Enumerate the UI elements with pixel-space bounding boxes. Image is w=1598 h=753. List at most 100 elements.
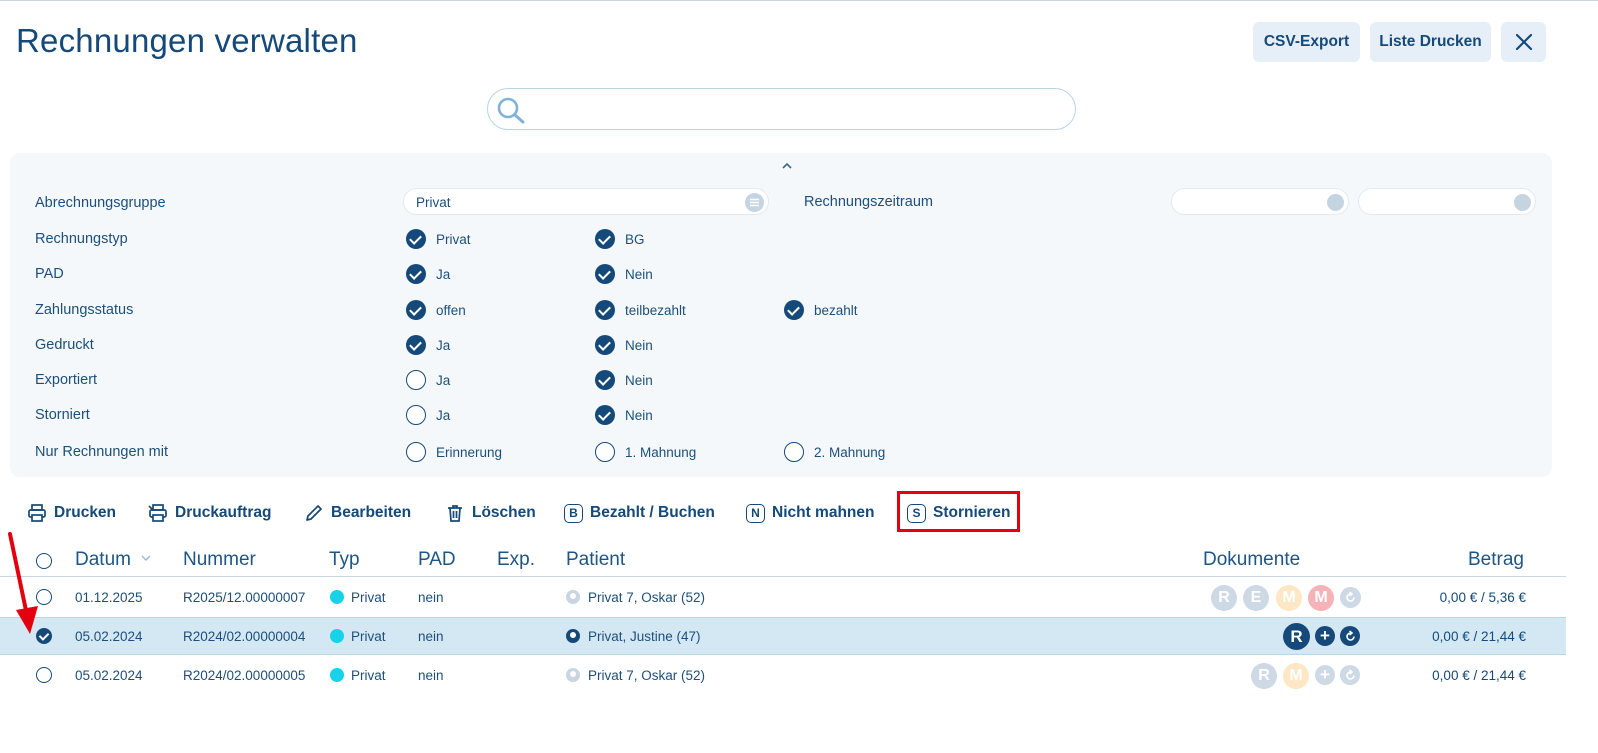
cell-typ-label: Privat	[351, 629, 386, 644]
exportiert-nein-checkbox[interactable]: Nein	[595, 370, 653, 390]
bearbeiten-label: Bearbeiten	[331, 504, 412, 521]
bezahlt-buchen-label: Bezahlt / Buchen	[590, 504, 715, 521]
cell-patient[interactable]: Privat 7, Oskar (52)	[566, 590, 705, 605]
abrechnungsgruppe-select[interactable]: Privat	[403, 188, 769, 215]
refresh-icon[interactable]	[1340, 665, 1360, 685]
filter-label-abrechnungsgruppe: Abrechnungsgruppe	[35, 195, 166, 211]
checkbox-label: Privat	[436, 231, 471, 247]
druckauftrag-label: Druckauftrag	[175, 504, 272, 521]
nur-mit-1-mahnung-checkbox[interactable]: 1. Mahnung	[595, 442, 696, 462]
filter-label-gedruckt: Gedruckt	[35, 337, 94, 353]
cell-betrag: 0,00 € / 5,36 €	[1439, 590, 1526, 605]
printer-icon	[27, 503, 47, 523]
nur-mit-erinnerung-checkbox[interactable]: Erinnerung	[406, 442, 502, 462]
filter-label-nur-rechnungen-mit: Nur Rechnungen mit	[35, 444, 168, 460]
checkbox-label: teilbezahlt	[625, 302, 686, 318]
column-dokumente: Dokumente	[1203, 549, 1301, 570]
doc-r-icon[interactable]: R	[1251, 663, 1277, 689]
date-from-field[interactable]	[1171, 188, 1349, 215]
cell-datum: 05.02.2024	[75, 668, 143, 683]
print-job-icon	[148, 503, 168, 523]
drucken-label: Drucken	[54, 504, 117, 521]
filter-label-exportiert: Exportiert	[35, 372, 98, 388]
cell-typ-label: Privat	[351, 668, 386, 683]
gedruckt-ja-checkbox[interactable]: Ja	[406, 335, 450, 355]
cell-nummer: R2024/02.00000004	[183, 629, 306, 644]
trash-icon	[445, 503, 465, 523]
cell-betrag: 0,00 € / 21,44 €	[1432, 629, 1526, 644]
row-checkbox[interactable]	[36, 667, 52, 683]
cell-patient[interactable]: Privat, Justine (47)	[566, 629, 701, 644]
search-input[interactable]	[532, 95, 1062, 123]
typ-dot-icon	[330, 668, 344, 682]
doc-r-icon[interactable]: R	[1283, 623, 1310, 650]
column-exp[interactable]: Exp.	[497, 549, 535, 571]
add-document-icon[interactable]: +	[1315, 626, 1335, 646]
exportiert-ja-checkbox[interactable]: Ja	[406, 370, 450, 390]
close-button[interactable]	[1501, 22, 1546, 62]
zahlungsstatus-offen-checkbox[interactable]: offen	[406, 300, 466, 320]
print-list-button[interactable]: Liste Drucken	[1370, 22, 1491, 62]
filter-label-rechnungszeitraum: Rechnungszeitraum	[804, 194, 933, 210]
table-row[interactable]: 05.02.2024 R2024/02.00000005 Privat nein…	[0, 656, 1566, 694]
checkbox-unchecked-icon	[595, 442, 615, 462]
rechnungstyp-privat-checkbox[interactable]: Privat	[406, 229, 471, 249]
loeschen-label: Löschen	[472, 504, 536, 521]
filter-label-storniert: Storniert	[35, 407, 90, 423]
table-row[interactable]: 05.02.2024 R2024/02.00000004 Privat nein…	[0, 617, 1566, 655]
column-nummer[interactable]: Nummer	[183, 549, 256, 571]
loeschen-button[interactable]: Löschen	[445, 500, 536, 526]
storniert-ja-checkbox[interactable]: Ja	[406, 405, 450, 425]
pad-nein-checkbox[interactable]: Nein	[595, 264, 653, 284]
collapse-filter-toggle[interactable]	[781, 157, 793, 172]
close-icon	[1515, 33, 1532, 51]
csv-export-button[interactable]: CSV-Export	[1253, 22, 1360, 62]
filter-label-pad: PAD	[35, 266, 64, 282]
bearbeiten-button[interactable]: Bearbeiten	[304, 500, 411, 526]
cell-patient-label: Privat 7, Oskar (52)	[588, 590, 706, 605]
checkbox-checked-icon	[595, 370, 615, 390]
doc-e-icon[interactable]: E	[1243, 585, 1269, 611]
checkbox-checked-icon	[406, 335, 426, 355]
abrechnungsgruppe-value: Privat	[416, 195, 451, 210]
zahlungsstatus-teilbezahlt-checkbox[interactable]: teilbezahlt	[595, 300, 686, 320]
column-pad[interactable]: PAD	[418, 549, 456, 571]
doc-m2-icon[interactable]: M	[1308, 585, 1334, 611]
doc-m-icon[interactable]: M	[1276, 585, 1302, 611]
drucken-button[interactable]: Drucken	[27, 500, 116, 526]
gedruckt-nein-checkbox[interactable]: Nein	[595, 335, 653, 355]
add-document-icon[interactable]: +	[1315, 665, 1335, 685]
cell-patient[interactable]: Privat 7, Oskar (52)	[566, 668, 705, 683]
druckauftrag-button[interactable]: Druckauftrag	[148, 500, 271, 526]
cell-typ: Privat	[330, 590, 386, 605]
nicht-mahnen-label: Nicht mahnen	[772, 504, 875, 521]
checkbox-unchecked-icon	[406, 442, 426, 462]
column-datum[interactable]: Datum	[75, 549, 152, 571]
pad-ja-checkbox[interactable]: Ja	[406, 264, 450, 284]
checkbox-label: bezahlt	[814, 302, 858, 318]
column-betrag[interactable]: Betrag	[1468, 549, 1524, 571]
bezahlt-buchen-button[interactable]: B Bezahlt / Buchen	[564, 500, 715, 526]
storniert-nein-checkbox[interactable]: Nein	[595, 405, 653, 425]
doc-m-icon[interactable]: M	[1283, 663, 1309, 689]
refresh-icon[interactable]	[1340, 587, 1361, 608]
list-icon	[745, 193, 764, 212]
table-row[interactable]: 01.12.2025 R2025/12.00000007 Privat nein…	[0, 578, 1566, 616]
cell-typ: Privat	[330, 668, 386, 683]
nur-mit-2-mahnung-checkbox[interactable]: 2. Mahnung	[784, 442, 885, 462]
checkbox-checked-icon	[406, 264, 426, 284]
checkbox-unchecked-icon	[406, 405, 426, 425]
column-patient[interactable]: Patient	[566, 549, 625, 571]
doc-r-icon[interactable]: R	[1211, 585, 1237, 611]
zahlungsstatus-bezahlt-checkbox[interactable]: bezahlt	[784, 300, 858, 320]
column-typ[interactable]: Typ	[329, 549, 360, 571]
search-box[interactable]	[487, 88, 1076, 130]
nicht-mahnen-button[interactable]: N Nicht mahnen	[746, 500, 874, 526]
cell-patient-label: Privat, Justine (47)	[588, 629, 701, 644]
refresh-icon[interactable]	[1340, 626, 1360, 646]
rechnungstyp-bg-checkbox[interactable]: BG	[595, 229, 645, 249]
date-to-field[interactable]	[1358, 188, 1536, 215]
chevron-up-icon	[782, 162, 792, 169]
cell-typ: Privat	[330, 629, 386, 644]
filter-label-zahlungsstatus: Zahlungsstatus	[35, 302, 134, 318]
